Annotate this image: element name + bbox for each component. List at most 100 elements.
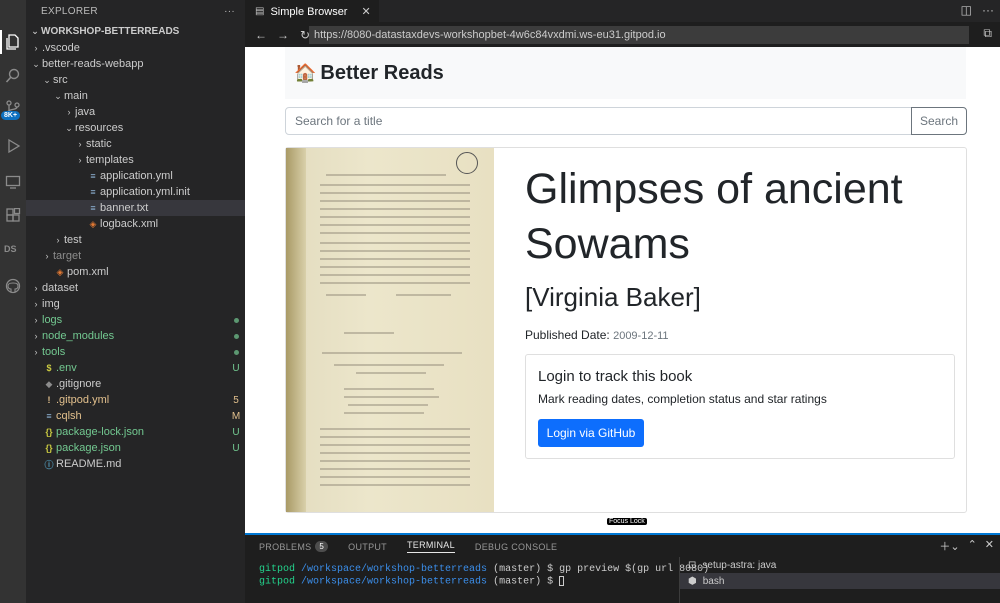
panel-tabs: PROBLEMS 5 OUTPUT TERMINAL DEBUG CONSOLE <box>259 540 557 553</box>
folder-item[interactable]: › templates <box>26 152 245 168</box>
file-item[interactable]: {} package-lock.json U <box>26 424 245 440</box>
focus-lock-indicator[interactable]: Focus Lock <box>607 518 647 525</box>
folder-item[interactable]: ⌄ better-reads-webapp <box>26 56 245 72</box>
tree-item-label: README.md <box>56 458 122 470</box>
tree-item-label: templates <box>86 154 134 166</box>
login-github-button[interactable]: Login via GitHub <box>538 419 644 447</box>
folder-item[interactable]: › target <box>26 248 245 264</box>
site-brand[interactable]: 🏠 Better Reads <box>294 62 444 85</box>
search-button[interactable]: Search <box>911 107 967 135</box>
search-icon[interactable] <box>3 66 23 86</box>
folder-item[interactable]: › tools <box>26 344 245 360</box>
file-type-icon: ◆ <box>45 378 53 389</box>
file-item[interactable]: {} package.json U <box>26 440 245 456</box>
folder-item[interactable]: › static <box>26 136 245 152</box>
file-type-icon: ◈ <box>56 266 64 277</box>
file-item[interactable]: ! .gitpod.yml 5 <box>26 392 245 408</box>
login-title: Login to track this book <box>538 368 693 385</box>
explorer-sidebar: EXPLORER ··· ⌄ WORKSHOP-BETTERREADS › .vs… <box>26 0 245 603</box>
url-input[interactable] <box>309 26 969 44</box>
folder-item[interactable]: › .vscode <box>26 40 245 56</box>
cover-text-line <box>320 224 470 226</box>
folder-item[interactable]: › dataset <box>26 280 245 296</box>
chevron-down-icon: ⌄ <box>31 25 39 36</box>
new-terminal-icon[interactable]: ＋⌄ <box>939 538 959 554</box>
file-item[interactable]: ≡ banner.txt <box>26 200 245 216</box>
chevron-right-icon: › <box>78 155 82 165</box>
tree-item-label: .gitpod.yml <box>56 394 110 406</box>
terminal-icon: ⊡ <box>688 559 697 571</box>
file-item[interactable]: ≡ application.yml.init <box>26 184 245 200</box>
cover-text-line <box>320 436 470 438</box>
run-debug-icon[interactable] <box>3 136 23 156</box>
file-item[interactable]: ◆ .gitignore <box>26 376 245 392</box>
folder-item[interactable]: › node_modules <box>26 328 245 344</box>
chevron-up-icon[interactable]: ⌃ <box>968 538 977 554</box>
file-item[interactable]: ◈ logback.xml <box>26 216 245 232</box>
close-panel-icon[interactable]: ✕ <box>985 538 994 554</box>
back-icon[interactable]: ← <box>255 28 267 42</box>
folder-item[interactable]: ⌄ resources <box>26 120 245 136</box>
git-status-badge: M <box>231 410 241 422</box>
open-in-browser-icon[interactable]: ⧉ <box>983 26 992 41</box>
tab-output[interactable]: OUTPUT <box>348 540 387 553</box>
folder-item[interactable]: ⌄ src <box>26 72 245 88</box>
cover-text-line <box>320 258 470 260</box>
tree-item-label: node_modules <box>42 330 115 342</box>
split-editor-icon[interactable]: ◫ <box>961 3 972 17</box>
git-status-badge: U <box>232 426 240 438</box>
cover-text-line <box>320 282 470 284</box>
tab-simple-browser[interactable]: ▤ Simple Browser ✕ <box>245 0 379 22</box>
file-item[interactable]: ⓘ README.md <box>26 456 245 472</box>
folder-item[interactable]: › logs <box>26 312 245 328</box>
extensions-icon[interactable] <box>3 206 23 226</box>
cover-text-line <box>344 388 434 390</box>
file-item[interactable]: ≡ cqlsh M <box>26 408 245 424</box>
tab-terminal[interactable]: TERMINAL <box>406 540 455 553</box>
chevron-right-icon: › <box>34 299 38 309</box>
more-actions-icon[interactable]: ··· <box>224 6 235 17</box>
files-icon[interactable] <box>3 32 23 52</box>
file-type-icon: ≡ <box>46 411 52 421</box>
terminal-item-bash[interactable]: ⬢ bash <box>680 573 1000 589</box>
login-text: Mark reading dates, completion status an… <box>538 392 827 406</box>
file-item[interactable]: $ .env U <box>26 360 245 376</box>
folder-item[interactable]: › java <box>26 104 245 120</box>
chevron-right-icon: › <box>67 107 71 117</box>
terminal-item-setup-astra[interactable]: ⊡ setup-astra: java <box>680 557 1000 573</box>
workspace-section[interactable]: ⌄ WORKSHOP-BETTERREADS <box>26 22 245 40</box>
cover-text-line <box>320 444 470 446</box>
chevron-right-icon: › <box>34 347 38 357</box>
tree-item-label: static <box>86 138 112 150</box>
terminal-prompt: (master) $ <box>487 576 560 588</box>
tab-problems-label: PROBLEMS <box>259 541 312 552</box>
tab-problems[interactable]: PROBLEMS 5 <box>259 540 329 553</box>
chevron-down-icon: ⌄ <box>65 122 73 133</box>
file-item[interactable]: ◈ pom.xml <box>26 264 245 280</box>
published-date: 2009-12-11 <box>613 330 669 342</box>
cover-text-line <box>326 174 446 176</box>
folder-item[interactable]: › test <box>26 232 245 248</box>
terminal-output[interactable]: gitpod /workspace/workshop-betterreads (… <box>259 564 709 589</box>
file-item[interactable]: ≡ application.yml <box>26 168 245 184</box>
forward-icon[interactable]: → <box>277 28 289 42</box>
folder-item[interactable]: ⌄ main <box>26 88 245 104</box>
remote-explorer-icon[interactable] <box>3 172 23 192</box>
datastax-icon[interactable]: DS <box>4 244 17 254</box>
terminal-item-label: bash <box>702 575 725 587</box>
bash-icon: ⬢ <box>688 575 697 587</box>
git-status-dot <box>234 349 239 355</box>
tree-item-label: logback.xml <box>100 218 159 230</box>
file-type-icon: ! <box>47 395 51 405</box>
search-input[interactable] <box>285 107 912 135</box>
chevron-down-icon: ⌄ <box>43 74 51 85</box>
git-status-dot <box>234 333 239 339</box>
more-actions-icon[interactable]: ··· <box>982 3 994 17</box>
close-icon[interactable]: ✕ <box>361 5 370 18</box>
explorer-header: EXPLORER ··· <box>26 0 245 22</box>
folder-item[interactable]: › img <box>26 296 245 312</box>
github-icon[interactable] <box>3 276 23 296</box>
source-control-badge: 8K+ <box>1 111 21 120</box>
tab-debug-console[interactable]: DEBUG CONSOLE <box>475 540 557 553</box>
tab-terminal-label: TERMINAL <box>406 540 455 550</box>
